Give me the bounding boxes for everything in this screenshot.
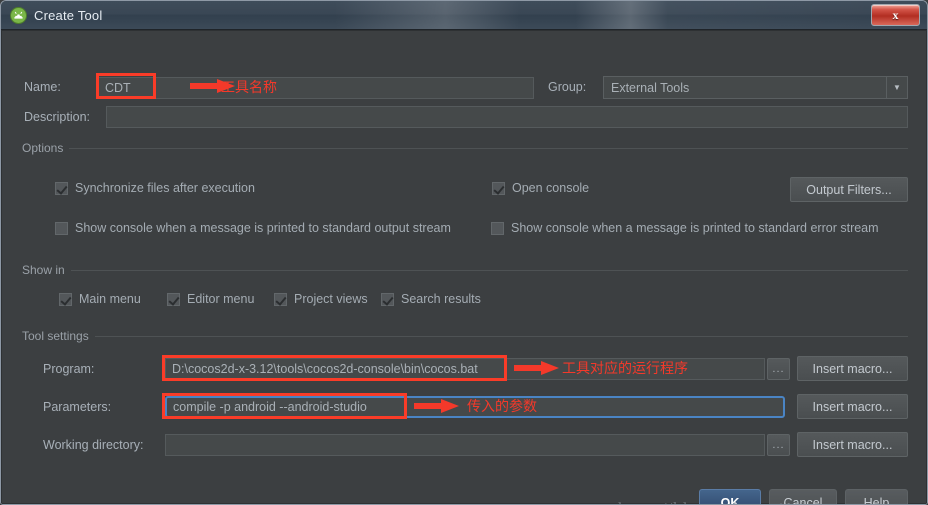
- show-in-group-title: Show in: [22, 263, 71, 277]
- group-combobox[interactable]: External Tools ▼: [603, 76, 908, 99]
- checkbox-box[interactable]: [55, 181, 68, 195]
- working-directory-insert-macro-button[interactable]: Insert macro...: [797, 432, 908, 457]
- screenshot-root: Create Tool x Name: CDT Group: External …: [0, 0, 928, 505]
- parameters-insert-macro-label: Insert macro...: [812, 399, 893, 414]
- chevron-down-icon[interactable]: ▼: [886, 77, 907, 98]
- help-button[interactable]: Help: [845, 489, 908, 504]
- checkbox-label: Open console: [512, 181, 590, 195]
- show-in-group-divider: [22, 270, 908, 271]
- checkbox-box[interactable]: [59, 292, 72, 306]
- annotation-label-name: 工具名称: [221, 80, 277, 96]
- checkbox-label: Synchronize files after execution: [75, 181, 255, 195]
- annotation-arrow-program: [514, 360, 560, 381]
- program-insert-macro-label: Insert macro...: [812, 361, 893, 376]
- options-group-title: Options: [22, 141, 70, 155]
- checkbox-main-menu[interactable]: Main menu: [59, 292, 141, 306]
- annotation-arrow-parameters: [414, 398, 460, 419]
- checkbox-box[interactable]: [491, 221, 504, 235]
- working-directory-browse-button[interactable]: ...: [767, 434, 790, 456]
- group-label: Group:: [548, 80, 587, 94]
- checkbox-label: Show console when a message is printed t…: [75, 221, 451, 235]
- checkbox-box[interactable]: [381, 292, 394, 306]
- description-label: Description:: [24, 110, 90, 124]
- checkbox-label: Main menu: [79, 292, 141, 306]
- annotation-label-parameters: 传入的参数: [467, 399, 537, 415]
- checkbox-label: Show console when a message is printed t…: [511, 221, 879, 235]
- checkbox-show-console-stdout[interactable]: Show console when a message is printed t…: [55, 221, 451, 235]
- checkbox-synchronize-files[interactable]: Synchronize files after execution: [55, 181, 255, 195]
- output-filters-label: Output Filters...: [806, 182, 892, 197]
- checkbox-search-results[interactable]: Search results: [381, 292, 481, 306]
- checkbox-label: Project views: [294, 292, 368, 306]
- name-input[interactable]: CDT: [98, 77, 534, 99]
- checkbox-box[interactable]: [274, 292, 287, 306]
- checkbox-open-console[interactable]: Open console: [492, 181, 589, 195]
- android-studio-icon: [10, 6, 27, 24]
- checkbox-label: Editor menu: [187, 292, 255, 306]
- program-label: Program:: [43, 362, 95, 376]
- dialog-body: Name: CDT Group: External Tools ▼ Descri…: [1, 30, 927, 504]
- options-group-divider: [22, 148, 908, 149]
- checkbox-show-console-stderr[interactable]: Show console when a message is printed t…: [491, 221, 879, 235]
- working-directory-input[interactable]: [165, 434, 765, 456]
- close-button[interactable]: x: [871, 4, 920, 26]
- create-tool-dialog: Create Tool x Name: CDT Group: External …: [0, 0, 928, 505]
- tool-settings-group-title: Tool settings: [22, 329, 95, 343]
- title-bar: Create Tool x: [1, 1, 927, 30]
- checkbox-project-views[interactable]: Project views: [274, 292, 368, 306]
- tool-settings-group-divider: [22, 336, 908, 337]
- working-directory-label: Working directory:: [43, 438, 144, 452]
- checkbox-editor-menu[interactable]: Editor menu: [167, 292, 254, 306]
- cancel-button[interactable]: Cancel: [769, 489, 837, 504]
- checkbox-box[interactable]: [492, 181, 505, 195]
- parameters-insert-macro-button[interactable]: Insert macro...: [797, 394, 908, 419]
- name-label: Name:: [24, 80, 61, 94]
- checkbox-box[interactable]: [167, 292, 180, 306]
- description-input[interactable]: [106, 106, 908, 128]
- output-filters-button[interactable]: Output Filters...: [790, 177, 908, 202]
- ok-button[interactable]: OK: [699, 489, 761, 504]
- checkbox-label: Search results: [401, 292, 481, 306]
- group-combobox-value: External Tools: [611, 80, 690, 95]
- program-insert-macro-button[interactable]: Insert macro...: [797, 356, 908, 381]
- checkbox-box[interactable]: [55, 221, 68, 235]
- program-browse-button[interactable]: ...: [767, 358, 790, 380]
- working-directory-insert-macro-label: Insert macro...: [812, 437, 893, 452]
- window-title: Create Tool: [34, 7, 103, 23]
- parameters-label: Parameters:: [43, 400, 112, 414]
- annotation-label-program: 工具对应的运行程序: [562, 361, 688, 377]
